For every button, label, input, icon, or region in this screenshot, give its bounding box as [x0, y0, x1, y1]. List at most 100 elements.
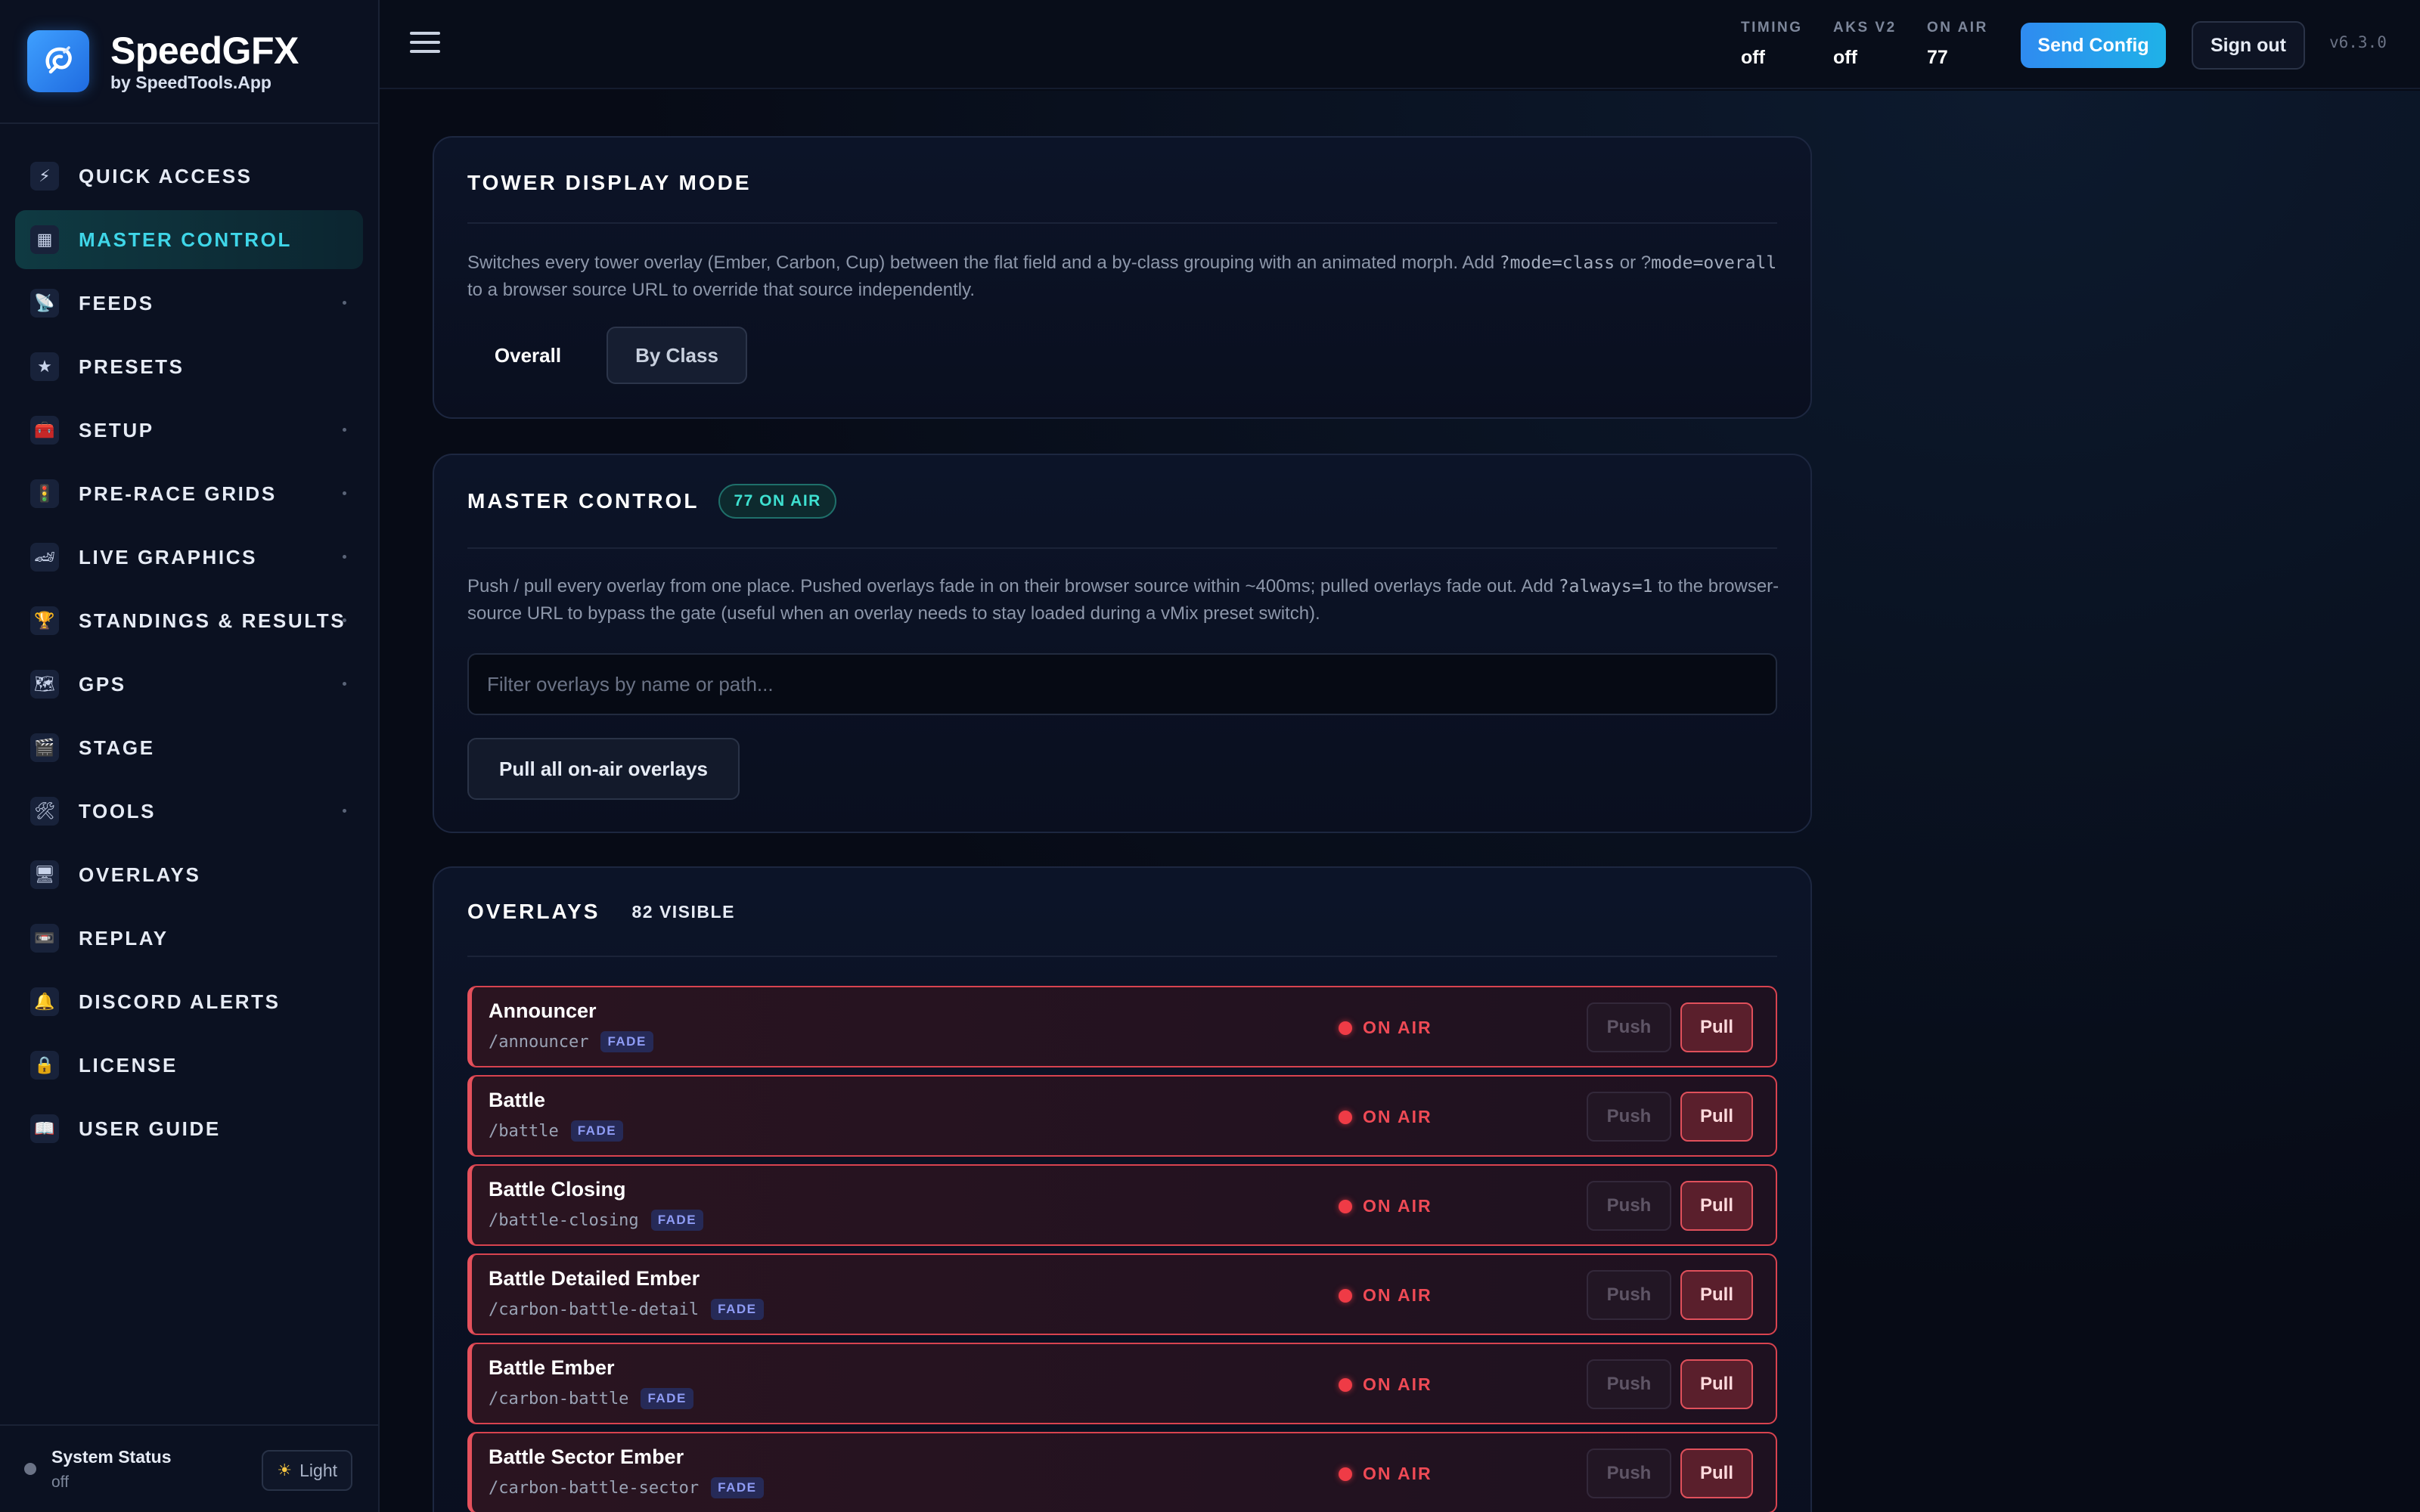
overlay-row: Battle Sector Ember/carbon-battle-sector… [467, 1432, 1777, 1512]
status-label: ON AIR [1363, 1464, 1432, 1483]
status-label: ON AIR [1363, 1285, 1432, 1305]
pull-button[interactable]: Pull [1680, 1270, 1753, 1320]
brand-subtitle: by SpeedTools.App [110, 72, 271, 92]
speedgfx-logo-icon[interactable] [27, 30, 89, 92]
overlay-name: Battle Closing [489, 1178, 626, 1201]
sidebar-item-label: OVERLAYS [79, 863, 201, 886]
sidebar-item-stage[interactable]: 🎬 STAGE [15, 718, 363, 777]
on-air-status: ON AIR [1339, 1196, 1432, 1216]
push-button[interactable]: Push [1587, 1359, 1671, 1409]
sidebar-item-user-guide[interactable]: 📖 USER GUIDE [15, 1099, 363, 1158]
overlay-name: Battle Sector Ember [489, 1445, 684, 1468]
sidebar-item-label: STANDINGS & RESULTS [79, 609, 346, 632]
sidebar-item-license[interactable]: 🔒 LICENSE [15, 1036, 363, 1095]
mode-by-class-button[interactable]: By Class [607, 327, 747, 384]
license-icon: 🔒 [30, 1051, 59, 1080]
pull-button[interactable]: Pull [1680, 1092, 1753, 1142]
sidebar-item-live-graphics[interactable]: 🏎 LIVE GRAPHICS [15, 528, 363, 587]
push-button[interactable]: Push [1587, 1002, 1671, 1052]
on-air-status: ON AIR [1339, 1018, 1432, 1038]
expand-indicator-icon [343, 491, 346, 495]
sidebar-item-label: PRESETS [79, 355, 185, 378]
sidebar-item-feeds[interactable]: 📡 FEEDS [15, 274, 363, 333]
presets-icon: ★ [30, 352, 59, 381]
stat-label: ON AIR [1927, 20, 1988, 36]
sidebar-item-tools[interactable]: 🛠 TOOLS [15, 782, 363, 841]
sidebar-item-label: SETUP [79, 418, 154, 442]
sidebar-item-label: GPS [79, 672, 126, 696]
expand-indicator-icon [343, 682, 346, 686]
pull-button[interactable]: Pull [1680, 1002, 1753, 1052]
sidebar-item-discord-alerts[interactable]: 🔔 DISCORD ALERTS [15, 972, 363, 1031]
status-dot-icon [24, 1463, 36, 1475]
theme-toggle-button[interactable]: ☀ Light [262, 1450, 352, 1491]
expand-indicator-icon [343, 555, 346, 559]
expand-indicator-icon [343, 428, 346, 432]
pull-button[interactable]: Pull [1680, 1181, 1753, 1231]
status-label: ON AIR [1363, 1018, 1432, 1037]
on-air-status: ON AIR [1339, 1285, 1432, 1306]
stat-value: off [1833, 47, 1857, 68]
overlay-name: Battle Ember [489, 1356, 615, 1379]
sidebar-item-label: REPLAY [79, 926, 169, 950]
mode-overall-button[interactable]: Overall [461, 327, 594, 384]
push-button[interactable]: Push [1587, 1181, 1671, 1231]
send-config-button[interactable]: Send Config [2021, 23, 2166, 68]
sidebar-item-pre-race-grids[interactable]: 🚦 PRE-RACE GRIDS [15, 464, 363, 523]
sidebar-item-quick-access[interactable]: ⚡ QUICK ACCESS [15, 147, 363, 206]
overlay-name: Announcer [489, 999, 597, 1022]
sidebar-item-standings-and-results[interactable]: 🏆 STANDINGS & RESULTS [15, 591, 363, 650]
sidebar-item-overlays[interactable]: 🖥 OVERLAYS [15, 845, 363, 904]
sun-icon: ☀ [277, 1461, 293, 1479]
card-title: TOWER DISPLAY MODE [467, 171, 752, 194]
fade-tag: FADE [570, 1120, 624, 1142]
pull-all-button[interactable]: Pull all on-air overlays [467, 738, 740, 800]
push-button[interactable]: Push [1587, 1092, 1671, 1142]
setup-icon: 🧰 [30, 416, 59, 445]
push-button[interactable]: Push [1587, 1448, 1671, 1498]
sign-out-button[interactable]: Sign out [2192, 21, 2305, 70]
sidebar-item-setup[interactable]: 🧰 SETUP [15, 401, 363, 460]
hamburger-menu-icon[interactable] [410, 32, 440, 56]
sidebar-item-master-control[interactable]: ▦ MASTER CONTROL [15, 210, 363, 269]
sidebar-item-label: TOOLS [79, 799, 157, 823]
fade-tag: FADE [711, 1299, 764, 1320]
card-title: MASTER CONTROL [467, 489, 700, 513]
overlay-path: /battle [489, 1121, 559, 1141]
overlay-path: /battle-closing [489, 1210, 639, 1230]
pull-button[interactable]: Pull [1680, 1359, 1753, 1409]
sidebar-item-label: STAGE [79, 736, 155, 759]
sidebar-item-label: QUICK ACCESS [79, 164, 253, 187]
overlay-name: Battle Detailed Ember [489, 1267, 700, 1290]
live-dot-icon [1339, 1377, 1352, 1392]
overlay-filter-input[interactable] [467, 653, 1777, 715]
system-status: System Status off ☀ Light [0, 1424, 378, 1512]
sidebar: SpeedGFX by SpeedTools.App ⚡ QUICK ACCESS… [0, 0, 380, 1512]
master-control-description: Push / pull every overlay from one place… [467, 576, 1779, 624]
sidebar-item-presets[interactable]: ★ PRESETS [15, 337, 363, 396]
sidebar-item-gps[interactable]: 🗺 GPS [15, 655, 363, 714]
overlay-path: /carbon-battle-sector [489, 1478, 700, 1498]
visible-count-badge: 82 VISIBLE [631, 901, 735, 922]
overlays-card: OVERLAYS 82 VISIBLE Announcer/announcer F… [433, 866, 1812, 1512]
replay-icon: 📼 [30, 924, 59, 953]
push-button[interactable]: Push [1587, 1270, 1671, 1320]
tools-icon: 🛠 [30, 797, 59, 826]
pre-race-grids-icon: 🚦 [30, 479, 59, 508]
live-dot-icon [1339, 1199, 1352, 1213]
fade-tag: FADE [650, 1210, 704, 1231]
sidebar-item-label: LIVE GRAPHICS [79, 545, 258, 569]
stat-aks-v2: AKS V2 off [1833, 20, 1897, 69]
status-label: ON AIR [1363, 1374, 1432, 1394]
brand-name: SpeedGFX [110, 29, 299, 72]
overlay-row: Battle Detailed Ember/carbon-battle-deta… [467, 1253, 1777, 1335]
on-air-status: ON AIR [1339, 1374, 1432, 1395]
overlay-row: Battle Closing/battle-closing FADE ON AIR P… [467, 1164, 1777, 1246]
status-label: ON AIR [1363, 1107, 1432, 1126]
master-control-icon: ▦ [30, 225, 59, 254]
sidebar-item-replay[interactable]: 📼 REPLAY [15, 909, 363, 968]
tower-display-mode-card: TOWER DISPLAY MODE Switches every tower … [433, 136, 1812, 419]
pull-button[interactable]: Pull [1680, 1448, 1753, 1498]
top-bar: TIMING off AKS V2 off ON AIR 77 Send Con… [380, 0, 2420, 89]
live-dot-icon [1339, 1467, 1352, 1481]
